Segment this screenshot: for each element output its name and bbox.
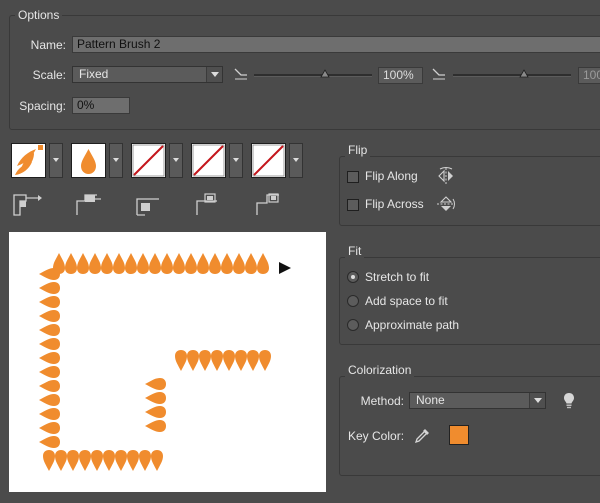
scale-slider-max[interactable]	[453, 68, 571, 80]
top-stroke	[53, 253, 269, 274]
scale-min-icon	[234, 68, 247, 80]
teardrop-icon	[81, 149, 96, 174]
end-tile-type-icon	[256, 193, 279, 215]
scale-slider-max-thumb[interactable]	[519, 68, 529, 78]
flip-group	[339, 156, 600, 226]
outer-corner-tile-dropdown[interactable]	[109, 143, 123, 178]
side-tile-type-icon	[13, 194, 42, 216]
none-slash-icon	[252, 144, 285, 177]
petal-cluster-icon	[15, 145, 43, 175]
scale-method-value: Fixed	[79, 67, 109, 81]
inner-corner-type-icon	[136, 198, 159, 216]
none-slash-icon	[192, 144, 225, 177]
colorization-title: Colorization	[345, 363, 415, 377]
spacing-field[interactable]: 0%	[72, 97, 130, 114]
eyedropper-icon[interactable]	[414, 427, 431, 444]
scale-slider[interactable]	[254, 68, 372, 80]
chevron-down-icon	[206, 67, 222, 82]
scale-slider-max-track	[453, 74, 571, 77]
flip-along-icon	[438, 167, 453, 184]
inner-corner-tile-dropdown[interactable]	[169, 143, 183, 178]
scale-slider-thumb[interactable]	[320, 68, 330, 78]
right-riser-stroke	[145, 378, 166, 432]
method-label: Method:	[360, 394, 404, 408]
fit-add-space-radio[interactable]	[347, 295, 359, 307]
start-tile-dropdown[interactable]	[229, 143, 243, 178]
fit-approximate-label: Approximate path	[365, 318, 460, 332]
flip-along-label: Flip Along	[365, 169, 418, 183]
scale-value-field[interactable]: 100%	[378, 67, 423, 84]
flip-across-icon	[437, 196, 455, 211]
colorization-group	[339, 376, 600, 476]
name-label: Name:	[30, 38, 66, 52]
side-tile-dropdown[interactable]	[49, 143, 63, 178]
colorization-method-dropdown[interactable]: None	[409, 392, 546, 409]
pattern-brush-preview	[39, 253, 291, 471]
start-tile-button[interactable]	[191, 143, 226, 178]
colorization-method-value: None	[416, 393, 445, 407]
name-field[interactable]: Pattern Brush 2	[72, 36, 600, 53]
scale-label: Scale:	[32, 68, 66, 82]
mid-stroke	[175, 350, 271, 371]
fit-stretch-label: Stretch to fit	[365, 270, 430, 284]
flip-across-checkbox[interactable]	[347, 199, 359, 211]
scale-max-value-field[interactable]: 100	[578, 67, 600, 84]
none-slash-icon	[132, 144, 165, 177]
options-title: Options	[15, 8, 63, 22]
key-color-label: Key Color:	[348, 429, 405, 443]
start-tile-type-icon	[196, 193, 217, 215]
end-tile-dropdown[interactable]	[289, 143, 303, 178]
scale-max-icon	[432, 68, 445, 80]
inner-corner-tile-button[interactable]	[131, 143, 166, 178]
path-end-arrow-icon	[279, 262, 291, 274]
fit-add-space-label: Add space to fit	[365, 294, 448, 308]
scale-slider-track	[254, 74, 372, 77]
preview-canvas	[9, 232, 326, 492]
flip-title: Flip	[345, 143, 371, 157]
fit-stretch-radio[interactable]	[347, 271, 359, 283]
flip-across-label: Flip Across	[365, 197, 424, 211]
scale-method-dropdown[interactable]: Fixed	[72, 66, 223, 83]
side-tile-button[interactable]	[11, 143, 46, 178]
outer-corner-tile-button[interactable]	[71, 143, 106, 178]
lightbulb-icon[interactable]	[563, 392, 575, 409]
outer-corner-type-icon	[76, 194, 101, 215]
key-color-swatch[interactable]	[449, 425, 469, 445]
end-tile-button[interactable]	[251, 143, 286, 178]
bottom-stroke	[43, 450, 163, 471]
chevron-down-icon	[529, 393, 545, 408]
flip-along-checkbox[interactable]	[347, 171, 359, 183]
left-stroke	[39, 268, 60, 448]
fit-title: Fit	[345, 244, 365, 258]
fit-approximate-radio[interactable]	[347, 319, 359, 331]
spacing-label: Spacing:	[19, 99, 66, 113]
